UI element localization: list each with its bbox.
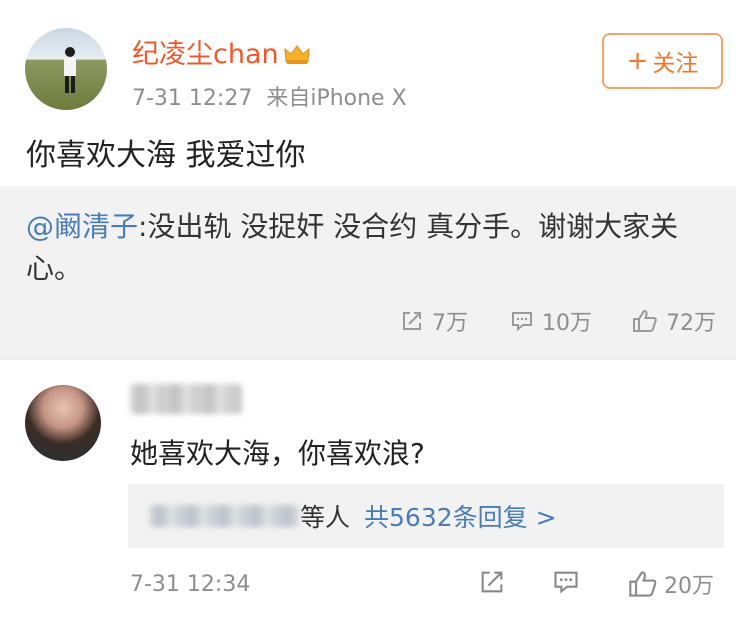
- repost-card[interactable]: @阚清子:没出轨 没捉奸 没合约 真分手。谢谢大家关心。 7万 10万 72万: [0, 186, 736, 358]
- comment-share-button[interactable]: [478, 568, 512, 596]
- comment-like-button[interactable]: 20万: [628, 568, 714, 600]
- person-figure-icon: [64, 47, 76, 93]
- comment-reply-button[interactable]: [552, 568, 586, 596]
- thumbs-up-icon: [633, 309, 657, 332]
- crown-icon: [284, 45, 310, 64]
- comment-item: 她喜欢大海，你喜欢浪? 等人 共5632条回复 > 7-31 12:34 20万: [0, 360, 736, 630]
- username[interactable]: 纪凌尘chan: [132, 32, 311, 71]
- mention-link[interactable]: @阚清子: [26, 210, 138, 243]
- comment-text: 她喜欢大海，你喜欢浪?: [130, 437, 425, 470]
- post-source: 来自iPhone X: [266, 86, 407, 111]
- comment-like-count: 20万: [664, 574, 714, 599]
- post-time: 7-31 12:27: [132, 86, 253, 111]
- share-icon: [481, 571, 503, 593]
- post-meta: 7-31 12:27 来自iPhone X: [132, 80, 407, 112]
- comment-icon: [554, 571, 578, 594]
- replies-suffix: 等人: [300, 503, 351, 532]
- follow-button[interactable]: + 关注: [602, 33, 723, 89]
- comment-count: 10万: [542, 311, 592, 336]
- commenter-avatar[interactable]: [25, 385, 101, 461]
- thumbs-up-icon: [629, 571, 657, 597]
- replies-preview[interactable]: 等人 共5632条回复 >: [128, 484, 724, 548]
- post-text: 你喜欢大海 我爱过你: [26, 138, 306, 173]
- share-count: 7万: [432, 311, 468, 336]
- repost-share-count[interactable]: 7万: [400, 304, 468, 338]
- like-count: 72万: [666, 311, 716, 336]
- follow-label: 关注: [652, 51, 699, 77]
- repost-comment-count[interactable]: 10万: [510, 304, 592, 338]
- repost-like-count[interactable]: 72万: [632, 304, 716, 338]
- blurred-reply-names: [150, 505, 300, 527]
- plus-icon: +: [626, 46, 649, 76]
- comment-time: 7-31 12:34: [130, 572, 251, 597]
- comment-icon: [512, 312, 532, 332]
- username-label[interactable]: 纪凌尘chan: [132, 39, 279, 70]
- replies-total-link[interactable]: 共5632条回复 >: [364, 498, 557, 534]
- blurred-commenter-name: [130, 384, 242, 414]
- share-icon: [403, 312, 421, 330]
- weibo-post: 纪凌尘chan 7-31 12:27 来自iPhone X + 关注 你喜欢大海 我…: [0, 0, 736, 360]
- repost-text: @阚清子:没出轨 没捉奸 没合约 真分手。谢谢大家关心。: [26, 206, 716, 290]
- user-avatar[interactable]: [25, 28, 107, 110]
